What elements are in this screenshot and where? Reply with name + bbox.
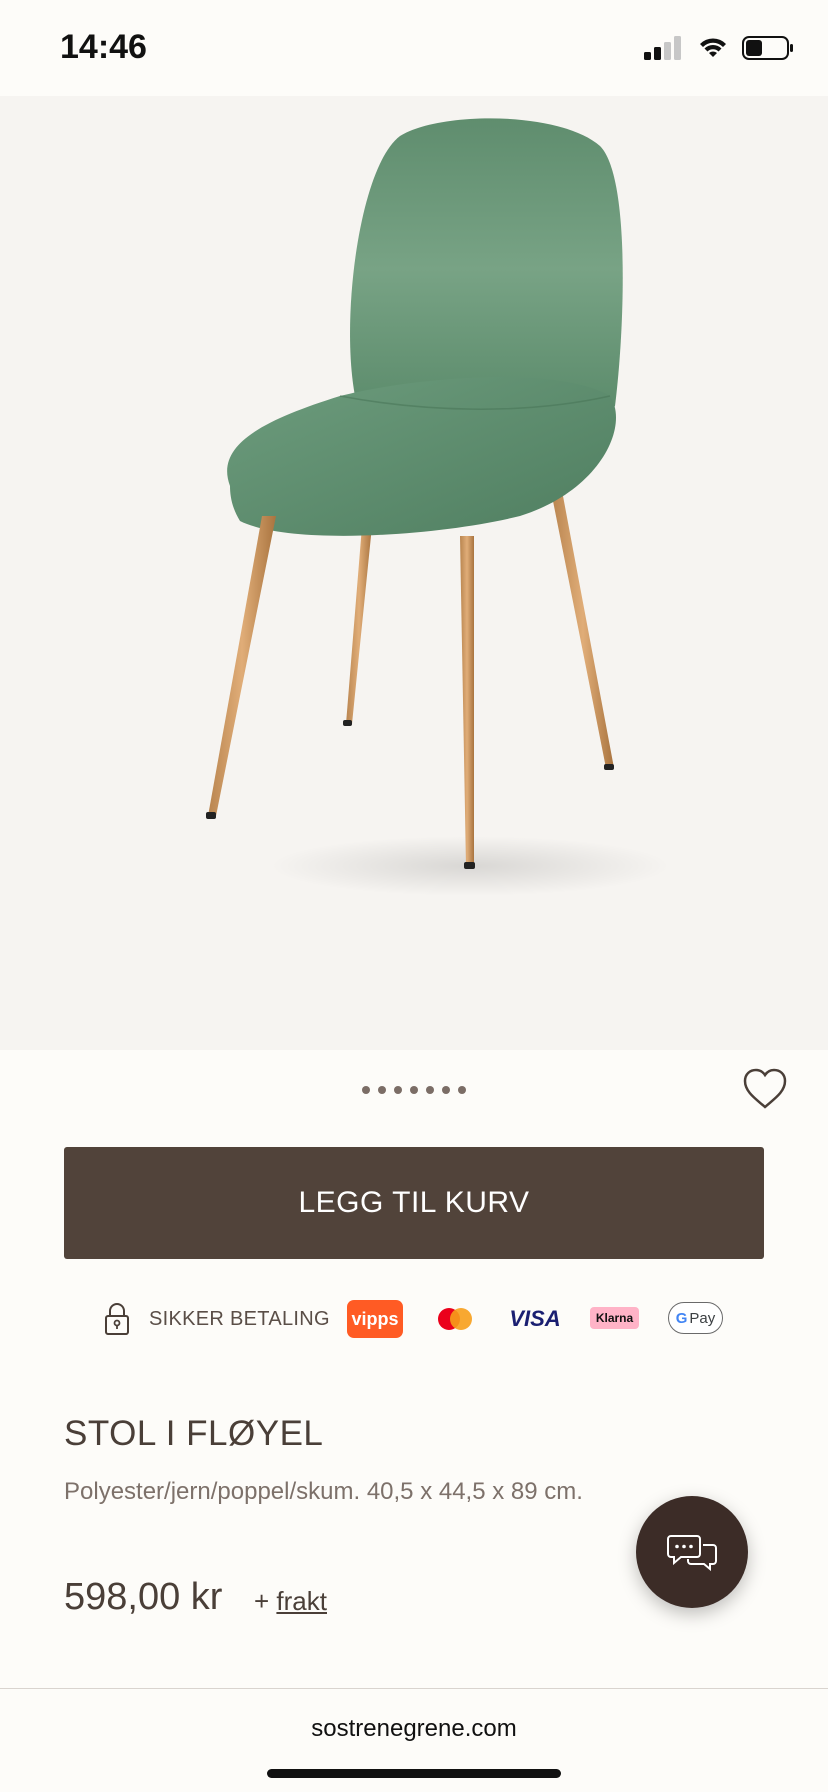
gallery-dot[interactable] [394, 1086, 402, 1094]
vipps-logo: vipps [347, 1300, 403, 1338]
gallery-dot[interactable] [458, 1086, 466, 1094]
chair-illustration [206, 118, 670, 896]
product-price: 598,00 kr [64, 1576, 223, 1618]
klarna-logo: Klarna [590, 1307, 639, 1329]
gallery-pagination[interactable] [0, 1086, 828, 1094]
lock-icon [105, 1303, 129, 1335]
chat-icon [667, 1535, 717, 1572]
gallery-dot[interactable] [378, 1086, 386, 1094]
home-indicator[interactable] [267, 1769, 561, 1778]
battery-icon [742, 36, 793, 60]
gallery-dot[interactable] [426, 1086, 434, 1094]
shipping-link[interactable]: frakt [276, 1586, 327, 1616]
product-description: Polyester/jern/poppel/skum. 40,5 x 44,5 … [64, 1478, 583, 1505]
google-pay-logo: G Pay [668, 1302, 723, 1334]
product-title: STOL I FLØYEL [64, 1414, 324, 1453]
browser-url-bar[interactable]: sostrenegrene.com [0, 1688, 828, 1792]
gallery-dot[interactable] [442, 1086, 450, 1094]
add-to-cart-button[interactable]: LEGG TIL KURV [64, 1147, 764, 1259]
shipping-info: + frakt [254, 1586, 327, 1617]
status-bar: 14:46 [0, 0, 828, 96]
chat-button[interactable] [636, 1496, 748, 1608]
status-icons [644, 36, 794, 60]
signal-icon [644, 36, 681, 60]
shipping-prefix: + [254, 1586, 270, 1616]
mastercard-logo [434, 1300, 476, 1338]
url-text[interactable]: sostrenegrene.com [0, 1715, 828, 1743]
heart-icon[interactable] [742, 1068, 788, 1110]
status-time: 14:46 [60, 28, 147, 66]
visa-logo: VISA [509, 1306, 561, 1331]
product-image[interactable] [0, 96, 828, 1050]
secure-payment-label: SIKKER BETALING [149, 1308, 330, 1330]
gallery-dot[interactable] [362, 1086, 370, 1094]
gallery-dot[interactable] [410, 1086, 418, 1094]
wifi-icon [700, 38, 726, 57]
payment-methods: SIKKER BETALING vipps VISA Klarna G Pay [0, 1298, 828, 1340]
